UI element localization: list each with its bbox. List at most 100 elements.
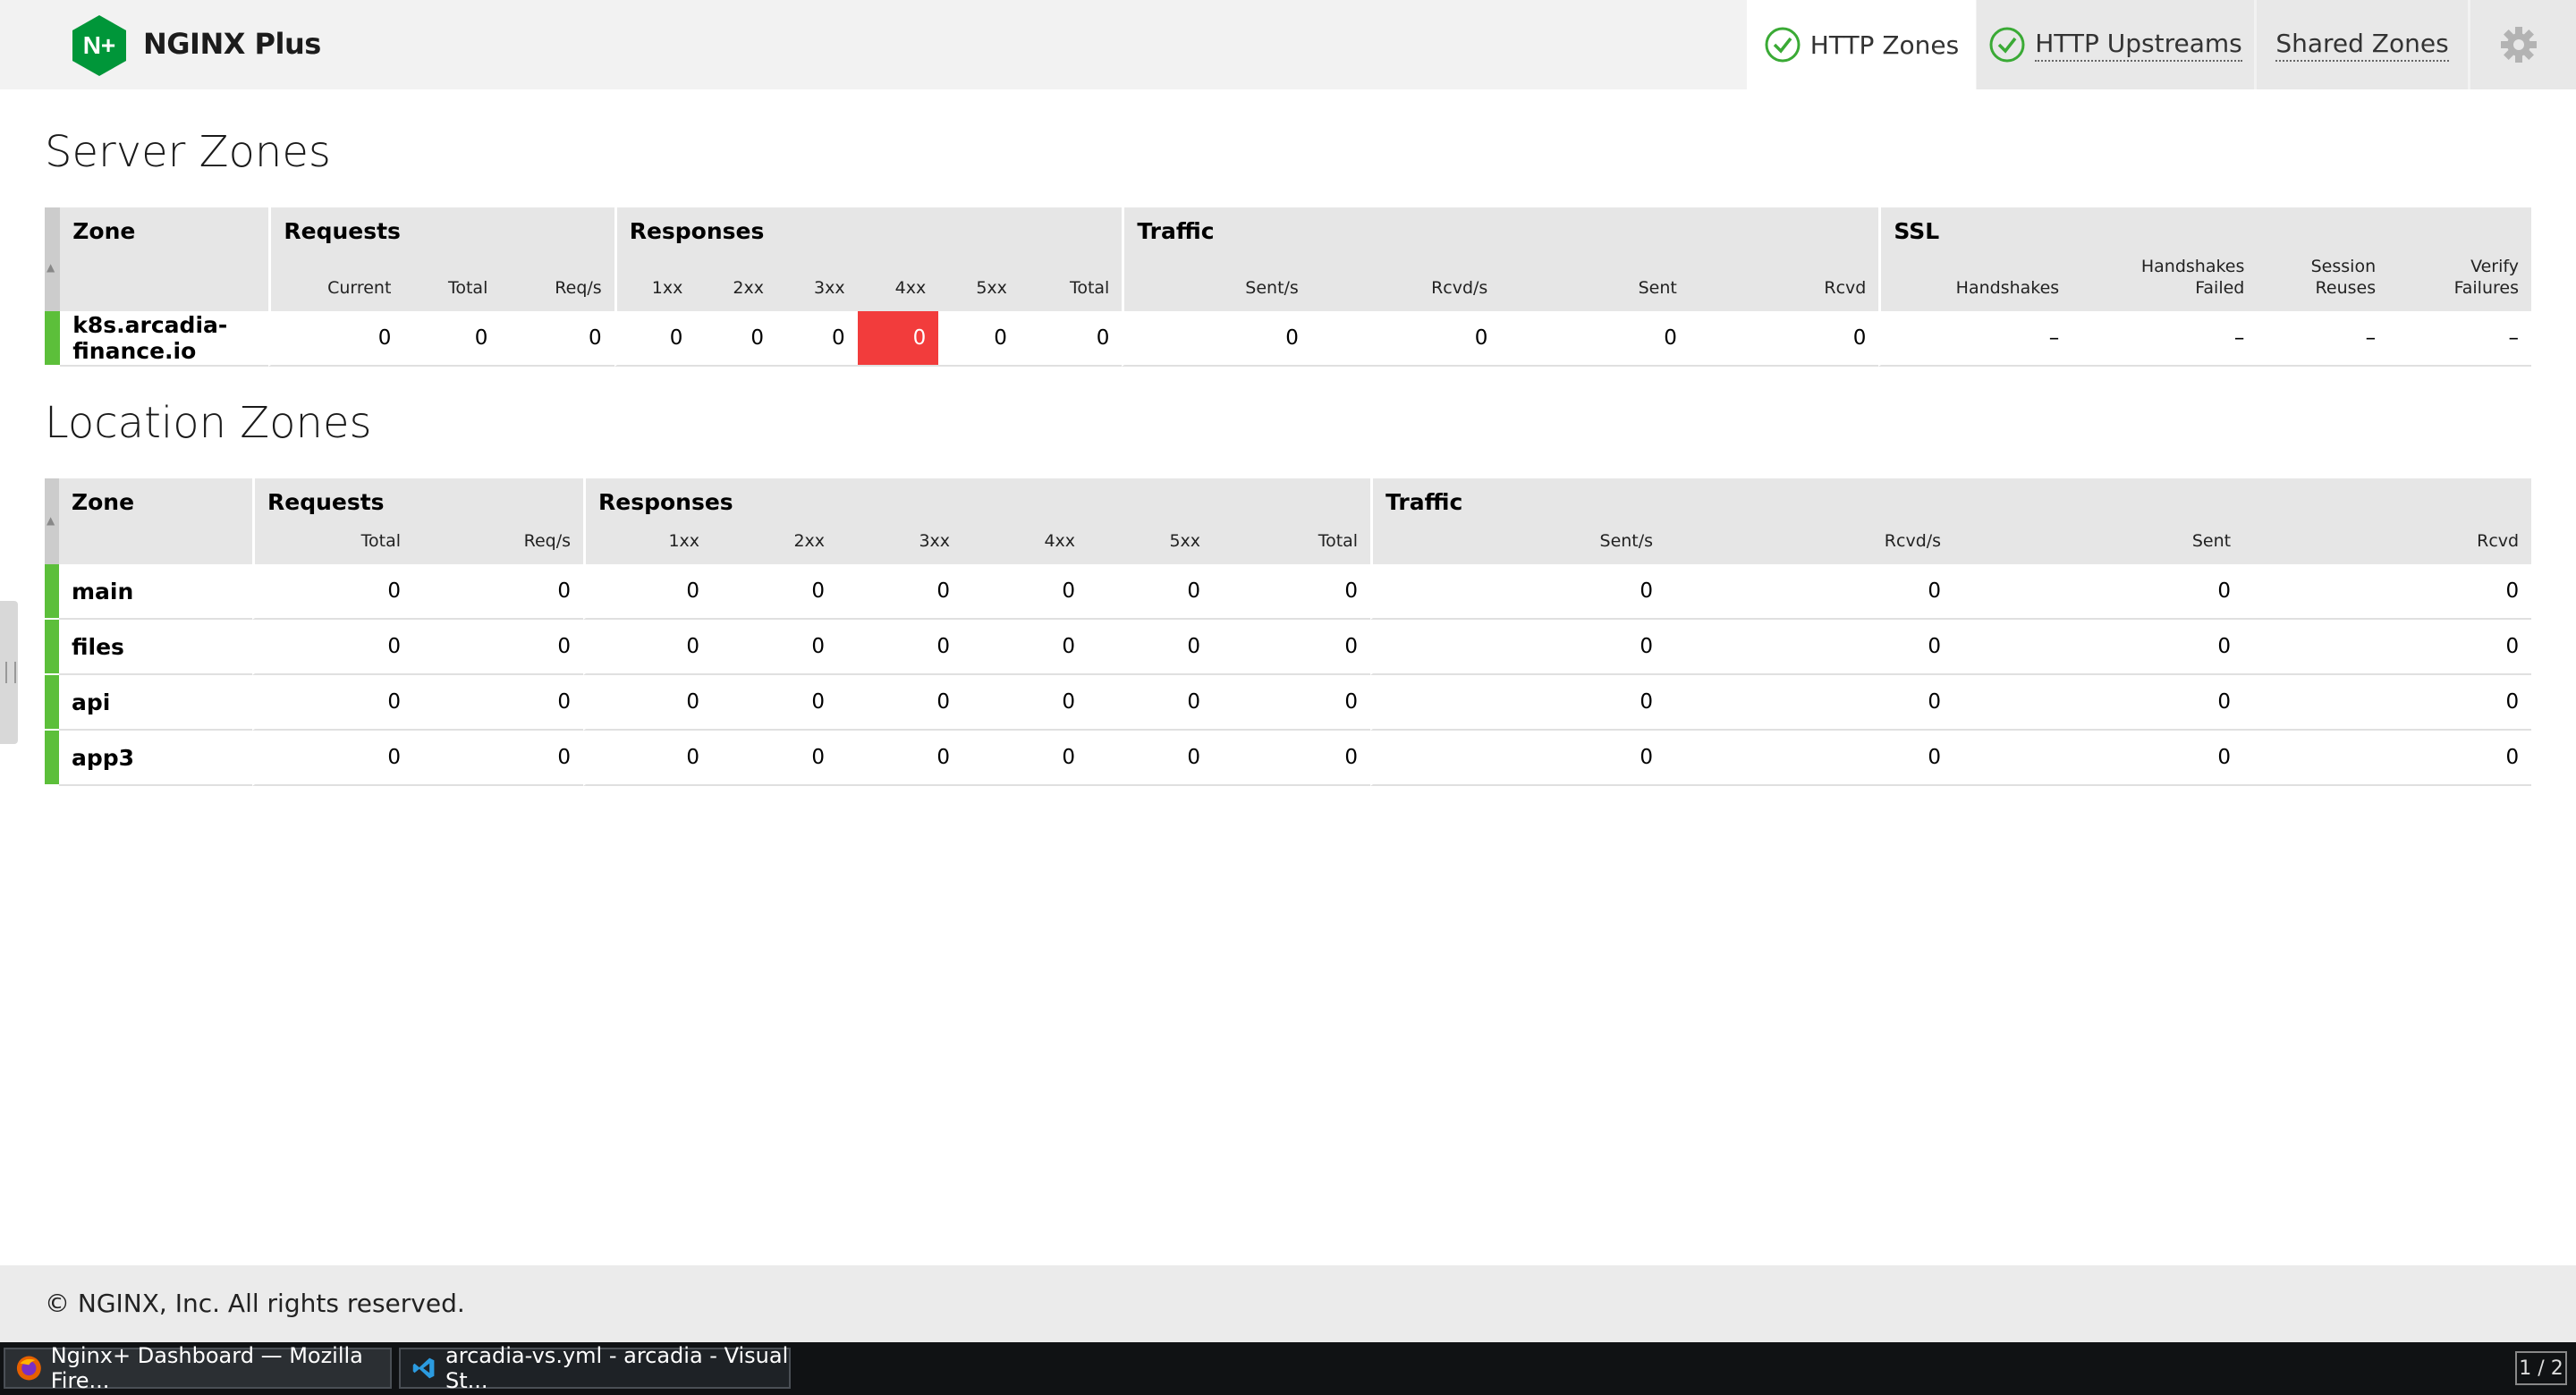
sort-asc-icon: ▲ xyxy=(47,261,55,274)
col-total[interactable]: Total xyxy=(252,521,413,564)
cell-sent: 0 xyxy=(1953,620,2244,675)
cell-responses-total: 0 xyxy=(1213,620,1371,675)
cell-5xx: 0 xyxy=(1088,620,1214,675)
col-3xx[interactable]: 3xx xyxy=(837,521,963,564)
col-rcvd[interactable]: Rcvd xyxy=(1689,256,1879,311)
col-3xx[interactable]: 3xx xyxy=(775,256,858,311)
col-sent[interactable]: Sent xyxy=(1953,521,2244,564)
col-2xx[interactable]: 2xx xyxy=(712,521,838,564)
table-row: app3 0 0 0 0 0 0 0 0 0 0 0 0 xyxy=(45,731,2532,786)
vscode-icon xyxy=(412,1357,435,1379)
col-handshakes[interactable]: Handshakes xyxy=(1878,256,2072,311)
col-1xx[interactable]: 1xx xyxy=(614,256,696,311)
col-verify-failures[interactable]: Verify Failures xyxy=(2388,256,2531,311)
cell-rcvd-s: 0 xyxy=(1665,675,1954,731)
cell-req-s: 0 xyxy=(413,564,584,620)
cell-3xx: 0 xyxy=(837,731,963,786)
col-4xx[interactable]: 4xx xyxy=(857,256,939,311)
cell-rcvd: 0 xyxy=(1689,311,1879,367)
server-zones-title: Server Zones xyxy=(45,127,331,177)
col-1xx[interactable]: 1xx xyxy=(583,521,713,564)
col-2xx[interactable]: 2xx xyxy=(695,256,776,311)
cell-rcvd-s: 0 xyxy=(1665,731,1954,786)
side-drag-handle[interactable] xyxy=(0,601,18,744)
col-5xx[interactable]: 5xx xyxy=(938,256,1020,311)
cell-4xx: 0 xyxy=(962,731,1089,786)
col-sent[interactable]: Sent xyxy=(1500,256,1690,311)
cell-1xx: 0 xyxy=(583,675,713,731)
tab-http-upstreams[interactable]: HTTP Upstreams xyxy=(1977,0,2254,89)
cell-1xx: 0 xyxy=(583,620,713,675)
copyright-text: © NGINX, Inc. All rights reserved. xyxy=(45,1289,465,1318)
status-indicator xyxy=(45,564,59,620)
cell-current: 0 xyxy=(268,311,404,367)
cell-sent-s: 0 xyxy=(1370,564,1666,620)
col-zone[interactable]: Zone xyxy=(59,478,252,564)
col-handshakes-failed-line2: Failed xyxy=(2195,278,2245,298)
cell-1xx: 0 xyxy=(583,564,713,620)
zone-name: app3 xyxy=(59,731,252,786)
status-indicator xyxy=(45,620,59,675)
settings-button[interactable] xyxy=(2470,0,2576,89)
cell-2xx: 0 xyxy=(695,311,776,367)
col-rcvd[interactable]: Rcvd xyxy=(2243,521,2532,564)
col-verify-failures-line2: Failures xyxy=(2453,278,2519,298)
col-sent-s[interactable]: Sent/s xyxy=(1370,521,1666,564)
col-5xx[interactable]: 5xx xyxy=(1088,521,1214,564)
cell-2xx: 0 xyxy=(712,731,838,786)
table-row: files 0 0 0 0 0 0 0 0 0 0 0 0 xyxy=(45,620,2532,675)
taskbar-item-label: arcadia-vs.yml - arcadia - Visual St... xyxy=(445,1343,789,1393)
firefox-icon xyxy=(16,1356,41,1381)
cell-rcvd: 0 xyxy=(2243,564,2532,620)
cell-total: 0 xyxy=(252,620,413,675)
col-rcvd-s[interactable]: Rcvd/s xyxy=(1310,256,1501,311)
page-footer: © NGINX, Inc. All rights reserved. xyxy=(0,1265,2576,1342)
tab-http-upstreams-label: HTTP Upstreams xyxy=(2035,29,2242,62)
cell-session-reuses: – xyxy=(2257,311,2389,367)
taskbar-item-vscode[interactable]: arcadia-vs.yml - arcadia - Visual St... xyxy=(399,1343,791,1393)
brand-name: NGINX Plus xyxy=(143,27,321,61)
top-header: N+ NGINX Plus HTTP Zones HTTP Upstreams … xyxy=(0,0,2576,89)
col-session-reuses[interactable]: Session Reuses xyxy=(2257,256,2389,311)
col-total[interactable]: Total xyxy=(403,256,501,311)
sort-handle[interactable]: ▲ xyxy=(45,478,59,564)
check-circle-icon xyxy=(1989,27,2025,63)
cell-handshakes: – xyxy=(1878,311,2072,367)
col-rcvd-s[interactable]: Rcvd/s xyxy=(1665,521,1954,564)
cell-5xx: 0 xyxy=(1088,731,1214,786)
col-handshakes-failed[interactable]: Handshakes Failed xyxy=(2072,256,2258,311)
cell-req-s: 0 xyxy=(500,311,614,367)
col-4xx[interactable]: 4xx xyxy=(962,521,1089,564)
cell-4xx-alert: 0 xyxy=(857,311,939,367)
cell-total: 0 xyxy=(403,311,501,367)
workspace-pager[interactable]: 1 / 2 xyxy=(2515,1351,2567,1385)
cell-3xx: 0 xyxy=(837,620,963,675)
cell-2xx: 0 xyxy=(712,620,838,675)
cell-responses-total: 0 xyxy=(1213,731,1371,786)
logo-text: N+ xyxy=(83,31,116,59)
tab-shared-zones[interactable]: Shared Zones xyxy=(2257,0,2468,89)
status-indicator xyxy=(45,731,59,786)
location-zones-table: ▲ Zone Requests Responses Traffic Total … xyxy=(45,478,2532,786)
col-zone[interactable]: Zone xyxy=(60,207,269,311)
col-session-reuses-line1: Session xyxy=(2310,257,2377,276)
nginx-logo-icon: N+ xyxy=(72,15,126,76)
col-verify-failures-line1: Verify xyxy=(2470,257,2519,276)
cell-1xx: 0 xyxy=(614,311,696,367)
group-traffic: Traffic xyxy=(1122,207,1879,256)
zone-name: main xyxy=(59,564,252,620)
cell-rcvd-s: 0 xyxy=(1665,564,1954,620)
col-responses-total[interactable]: Total xyxy=(1213,521,1371,564)
col-req-s[interactable]: Req/s xyxy=(413,521,584,564)
grip-icon xyxy=(5,662,16,683)
check-circle-icon xyxy=(1765,27,1801,63)
tab-http-zones[interactable]: HTTP Zones xyxy=(1747,0,1976,89)
col-responses-total[interactable]: Total xyxy=(1019,256,1123,311)
sort-handle[interactable]: ▲ xyxy=(45,207,61,311)
col-current[interactable]: Current xyxy=(268,256,404,311)
cell-responses-total: 0 xyxy=(1213,564,1371,620)
col-sent-s[interactable]: Sent/s xyxy=(1122,256,1311,311)
taskbar-item-firefox[interactable]: Nginx+ Dashboard — Mozilla Fire... xyxy=(4,1343,392,1393)
cell-5xx: 0 xyxy=(938,311,1020,367)
col-req-s[interactable]: Req/s xyxy=(500,256,614,311)
